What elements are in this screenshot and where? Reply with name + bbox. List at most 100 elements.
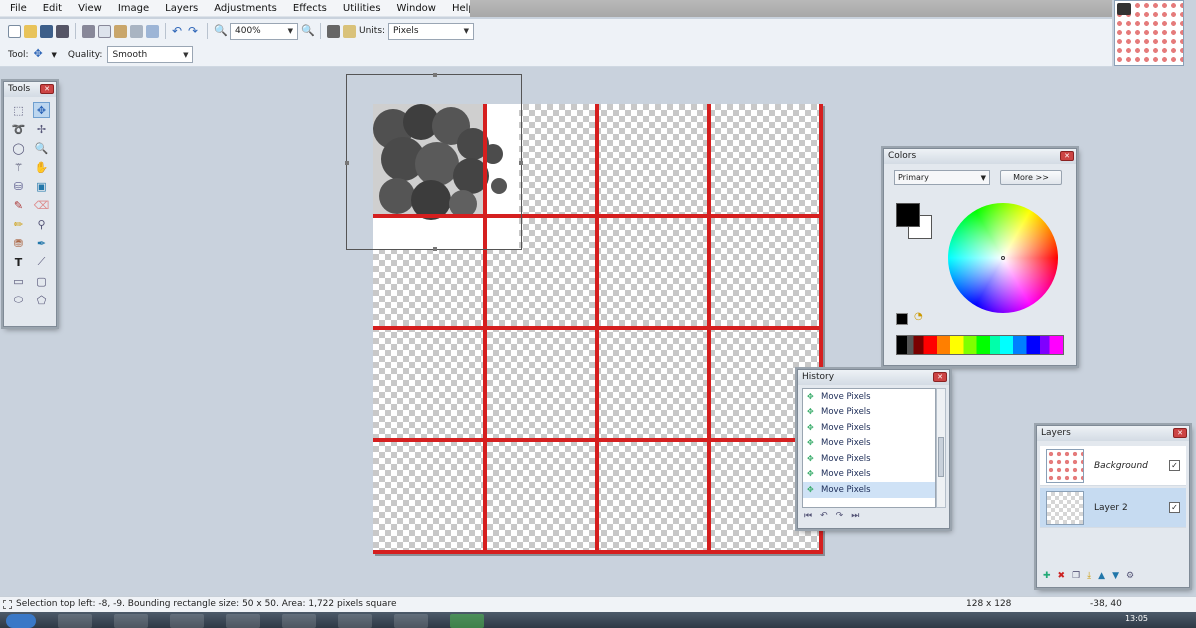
more-button[interactable]: More >> [1000,170,1062,185]
deselect-icon[interactable] [146,24,159,38]
grid-icon[interactable] [327,24,340,38]
taskbar-app[interactable] [226,614,260,628]
text-icon[interactable]: T [10,254,27,270]
primary-color-swatch[interactable] [896,203,920,227]
history-item[interactable]: ✥ Move Pixels [803,451,935,467]
close-icon[interactable]: ✕ [1060,151,1074,161]
merge-layer-icon[interactable]: ⤓ [1087,571,1091,581]
duplicate-layer-icon[interactable]: ❐ [1072,571,1080,581]
taskbar-app[interactable] [58,614,92,628]
clone-stamp-icon[interactable]: ⛃ [10,235,27,251]
history-item[interactable]: ✥ Move Pixels [803,436,935,452]
crop-icon[interactable] [130,24,143,38]
resize-handle[interactable] [433,247,437,251]
move-layer-down-icon[interactable]: ▼ [1112,571,1119,581]
close-icon[interactable]: ✕ [40,84,54,94]
selection-rectangle[interactable] [345,73,523,251]
zoom-out-icon[interactable]: 🔍 [214,24,228,38]
tools-panel-title[interactable]: Tools ✕ [4,82,56,97]
scrollbar-thumb[interactable] [938,437,944,477]
chevron-down-icon[interactable]: ▼ [52,51,57,59]
color-picker-icon[interactable]: ⚲ [33,216,50,232]
menu-view[interactable]: View [70,0,110,17]
ellipse-select-icon[interactable]: ◯ [10,140,27,156]
history-scrollbar[interactable] [936,388,946,508]
layer-row-background[interactable]: Background ✓ [1040,446,1186,486]
move-pixels-icon[interactable]: ✥ [34,48,47,61]
layer-properties-icon[interactable]: ⚙ [1126,571,1134,581]
layer-row-layer-2[interactable]: Layer 2 ✓ [1040,488,1186,528]
lasso-icon[interactable]: ➰ [10,121,27,137]
start-button[interactable] [6,614,36,628]
save-icon[interactable] [40,24,53,38]
recolor-icon[interactable]: ✒ [33,235,50,251]
close-icon[interactable]: ✕ [933,372,947,382]
quality-combo[interactable]: Smooth ▼ [107,46,194,63]
history-list[interactable]: ✥ Move Pixels ✥ Move Pixels ✥ Move Pixels ✥… [802,388,936,508]
history-item[interactable]: ✥ Move Pixels [803,420,935,436]
menu-edit[interactable]: Edit [35,0,70,17]
history-panel-title[interactable]: History ✕ [798,370,949,385]
taskbar-app[interactable] [282,614,316,628]
delete-layer-icon[interactable]: ✖ [1058,571,1066,581]
pencil-icon[interactable]: ✏ [10,216,27,232]
freeform-shape-icon[interactable]: ⬠ [33,292,50,308]
taskbar-app[interactable] [338,614,372,628]
new-icon[interactable] [8,24,21,38]
rounded-rectangle-icon[interactable]: ▢ [33,273,50,289]
swap-colors-icon[interactable]: ◔ [914,311,923,322]
rectangle-select-icon[interactable]: ⬚ [10,102,27,118]
history-item[interactable]: ✥ Move Pixels [803,389,935,405]
taskbar-app[interactable] [114,614,148,628]
menu-layers[interactable]: Layers [157,0,206,17]
print-icon[interactable] [56,24,69,38]
color-mode-combo[interactable]: Primary ▼ [894,170,990,185]
color-wheel[interactable] [948,203,1058,313]
menu-window[interactable]: Window [389,0,444,17]
menu-utilities[interactable]: Utilities [335,0,389,17]
menu-file[interactable]: File [0,0,35,17]
color-palette[interactable] [896,335,1064,355]
colors-panel-title[interactable]: Colors ✕ [884,149,1076,164]
undo-icon[interactable]: ↶ [820,511,828,521]
reset-colors-icon[interactable] [896,313,908,325]
magic-wand-icon[interactable]: ⚚ [10,159,27,175]
rectangle-icon[interactable]: ▭ [10,273,27,289]
zoom-in-icon[interactable]: 🔍 [301,24,315,38]
ellipse-icon[interactable]: ⬭ [10,292,27,308]
resize-handle[interactable] [519,161,523,165]
gradient-icon[interactable]: ▣ [33,178,50,194]
move-selection-icon[interactable]: ✢ [33,121,50,137]
history-item-selected[interactable]: ✥ Move Pixels [803,482,935,498]
line-curve-icon[interactable]: ⟋ [33,254,50,270]
taskbar-app[interactable] [170,614,204,628]
units-combo[interactable]: Pixels ▼ [388,22,475,40]
visibility-checkbox[interactable]: ✓ [1169,460,1180,471]
history-item[interactable]: ✥ Move Pixels [803,467,935,483]
eraser-icon[interactable]: ⌫ [33,197,50,213]
move-selected-icon[interactable]: ✥ [33,102,50,118]
visibility-checkbox[interactable]: ✓ [1169,502,1180,513]
resize-handle[interactable] [345,161,349,165]
ruler-icon[interactable] [343,24,356,38]
close-icon[interactable]: ✕ [1173,428,1187,438]
zoom-combo[interactable]: 400% ▼ [230,22,298,40]
layers-panel-title[interactable]: Layers ✕ [1037,426,1189,441]
fast-forward-icon[interactable]: ⏭ [851,511,859,521]
copy-icon[interactable] [98,24,111,38]
taskbar-app[interactable] [394,614,428,628]
paintbrush-icon[interactable]: ✎ [10,197,27,213]
menu-effects[interactable]: Effects [285,0,335,17]
taskbar-app[interactable] [450,614,484,628]
rewind-icon[interactable]: ⏮ [804,511,812,521]
redo-icon[interactable]: ↷ [836,511,844,521]
open-icon[interactable] [24,24,37,38]
resize-handle[interactable] [433,73,437,77]
zoom-icon[interactable]: 🔍 [33,140,50,156]
move-layer-up-icon[interactable]: ▲ [1098,571,1105,581]
paint-bucket-icon[interactable]: ⛁ [10,178,27,194]
add-layer-icon[interactable]: ✚ [1043,571,1051,581]
undo-icon[interactable]: ↶ [172,25,185,38]
pan-icon[interactable]: ✋ [33,159,50,175]
redo-icon[interactable]: ↷ [188,25,201,38]
